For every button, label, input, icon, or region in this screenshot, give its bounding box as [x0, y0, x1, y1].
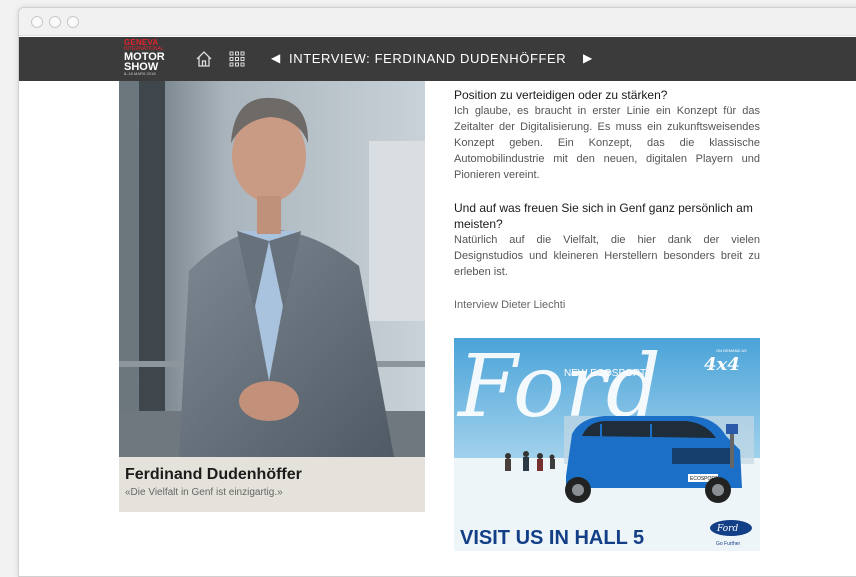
answer-2: Natürlich auf die Vielfalt, die hier dan… [454, 234, 760, 278]
ecosport-label: NEW ECOSPORT [564, 368, 646, 379]
question-2: Und auf was freuen Sie sich in Genf ganz… [454, 201, 753, 231]
badge-small-text: ON DEMAND AS [716, 348, 747, 353]
logo-line-5: 8–18 MARS 2018 [124, 71, 156, 76]
visit-hall-text: VISIT US IN HALL 5 [460, 527, 644, 549]
portrait-illustration [119, 81, 425, 457]
geneva-motor-show-logo[interactable]: GENEVA INTERNATIONAL MOTOR SHOW 8–18 MAR… [124, 39, 168, 79]
grid-icon[interactable] [229, 51, 245, 67]
ford-advertisement[interactable]: Ford NEW ECOSPORT ON DEMAND AS 4x4 ECOSP… [454, 338, 760, 551]
minimize-window-button[interactable] [49, 16, 61, 28]
interview-article: Position zu verteidigen oder zu stärken?… [454, 87, 760, 313]
caption-quote: «Die Vielfalt in Genf ist einzigartig.» [125, 487, 283, 498]
browser-window: GENEVA INTERNATIONAL MOTOR SHOW 8–18 MAR… [18, 7, 856, 577]
ford-logo-text: Ford [716, 524, 738, 534]
title-bar [19, 8, 856, 36]
ford-ad-illustration: Ford NEW ECOSPORT ON DEMAND AS 4x4 ECOSP… [454, 338, 760, 551]
answer-1: Ich glaube, es braucht in erster Linie e… [454, 105, 760, 181]
caption-name: Ferdinand Dudenhöffer [125, 466, 302, 483]
page-title: INTERVIEW: FERDINAND DUDENHÖFFER [289, 51, 567, 66]
next-arrow-icon[interactable]: ▶ [583, 51, 592, 65]
previous-arrow-icon[interactable]: ◀ [271, 51, 280, 65]
close-window-button[interactable] [31, 16, 43, 28]
maximize-window-button[interactable] [67, 16, 79, 28]
home-icon[interactable] [195, 50, 213, 68]
top-navbar: GENEVA INTERNATIONAL MOTOR SHOW 8–18 MAR… [19, 37, 856, 81]
four-by-four-badge: 4x4 [704, 354, 740, 375]
portrait-photo [119, 81, 425, 457]
interview-credit: Interview Dieter Liechti [454, 299, 566, 311]
question-1: Position zu verteidigen oder zu stärken? [454, 88, 668, 102]
photo-caption: Ferdinand Dudenhöffer «Die Vielfalt in G… [119, 457, 425, 512]
go-further-text: Go Further [716, 541, 741, 547]
